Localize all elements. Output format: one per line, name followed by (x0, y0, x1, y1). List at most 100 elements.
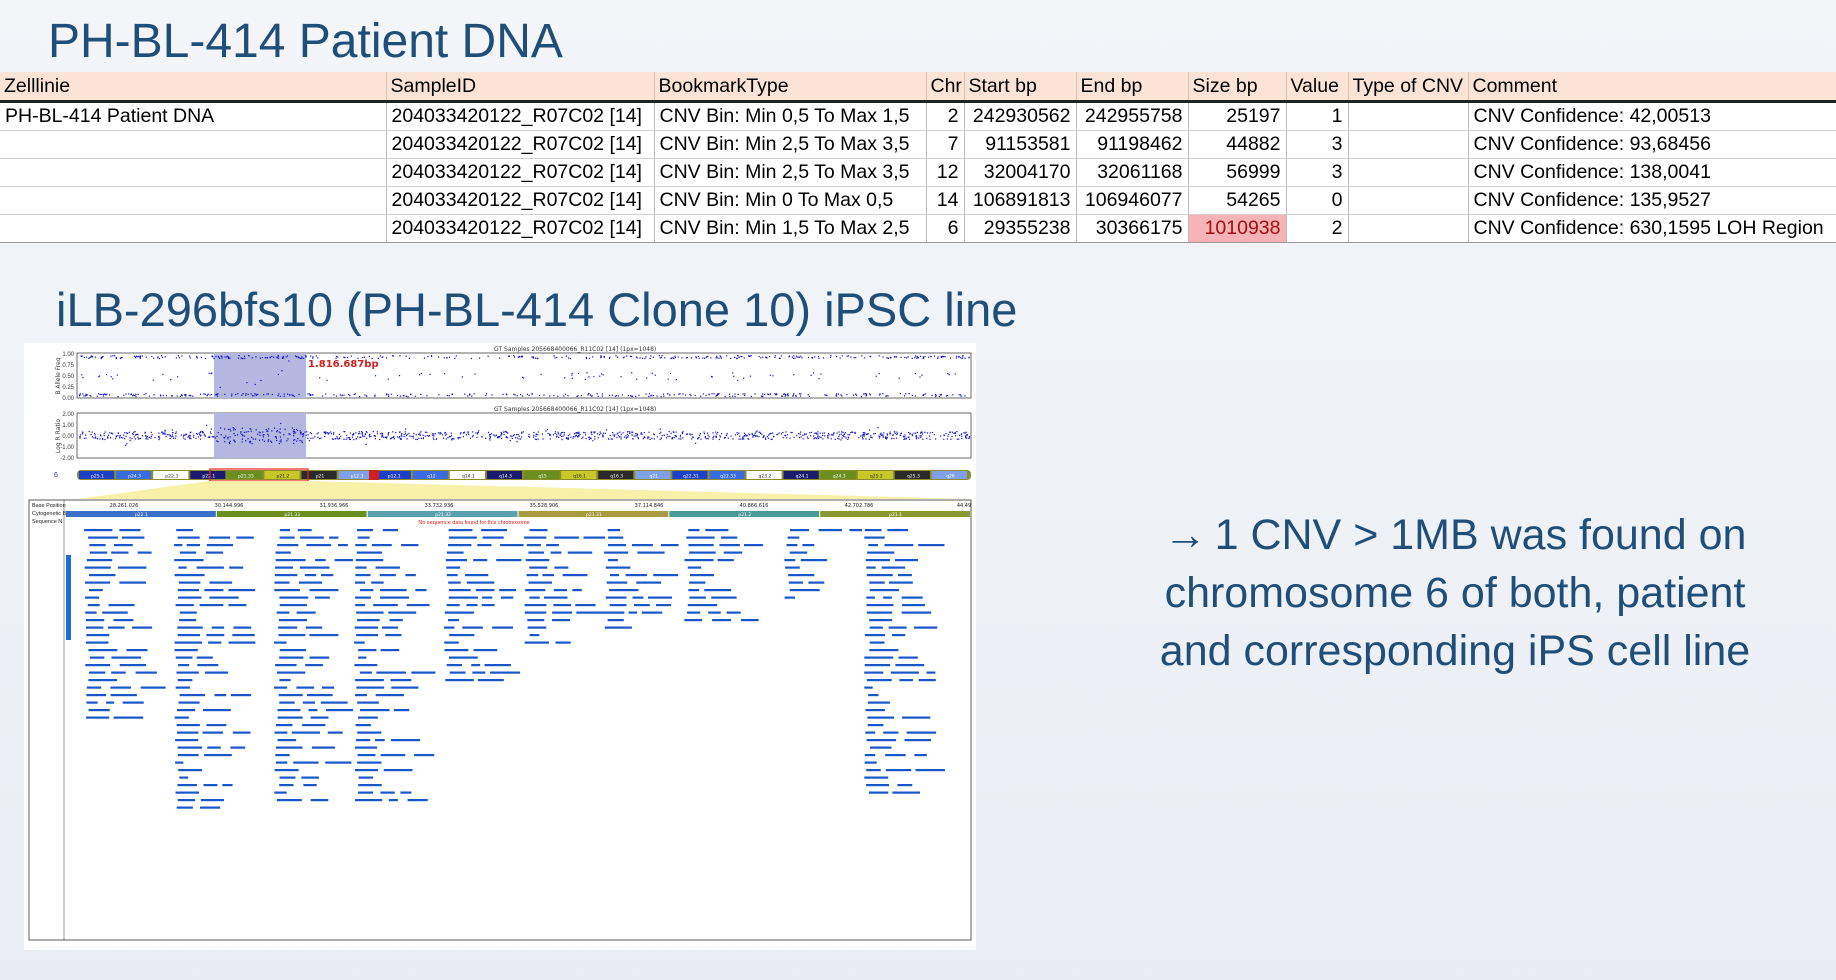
cell-sampleid[interactable]: 204033420122_R07C02 [14] (386, 214, 655, 243)
lrr-point (715, 435, 717, 437)
cell-chr[interactable]: 2 (926, 101, 965, 131)
cell-end-bp[interactable]: 91198462 (1076, 130, 1189, 159)
cell-end-bp[interactable]: 32061168 (1076, 158, 1189, 187)
detail-scroll-marker[interactable] (66, 555, 71, 640)
cell-type-of-cnv[interactable] (1348, 130, 1469, 159)
cell-type-of-cnv[interactable] (1348, 186, 1469, 215)
header-sampleid[interactable]: SampleID (386, 72, 655, 103)
cell-start-bp[interactable]: 32004170 (964, 158, 1077, 187)
baf-point (705, 356, 707, 359)
cell-end-bp[interactable]: 106946077 (1076, 186, 1189, 215)
header-type-of-cnv[interactable]: Type of CNV (1348, 72, 1469, 103)
baf-point (735, 357, 738, 360)
cell-zelllinie[interactable] (0, 158, 387, 187)
cell-value[interactable]: 3 (1286, 130, 1349, 159)
header-end-bp[interactable]: End bp (1076, 72, 1189, 103)
cell-comment[interactable]: CNV Confidence: 138,0041 (1468, 158, 1836, 187)
lrr-point (163, 433, 165, 435)
baf-point (742, 393, 744, 395)
cell-start-bp[interactable]: 91153581 (964, 130, 1077, 159)
cell-sampleid[interactable]: 204033420122_R07C02 [14] (386, 186, 655, 215)
lrr-point (94, 434, 96, 436)
cell-end-bp[interactable]: 242955758 (1076, 101, 1189, 131)
cell-value[interactable]: 0 (1286, 186, 1349, 215)
header-start-bp[interactable]: Start bp (964, 72, 1077, 103)
lrr-point (935, 438, 937, 440)
cell-zelllinie[interactable] (0, 130, 387, 159)
baf-point (905, 393, 907, 395)
cell-end-bp[interactable]: 30366175 (1076, 214, 1189, 243)
lrr-point (255, 429, 257, 431)
lrr-point (243, 431, 245, 433)
cell-chr[interactable]: 6 (926, 214, 965, 243)
cell-bookmarktype[interactable]: CNV Bin: Min 1,5 To Max 2,5 (654, 214, 927, 243)
cell-value[interactable]: 1 (1286, 101, 1349, 131)
baf-point (639, 357, 641, 359)
cell-sampleid[interactable]: 204033420122_R07C02 [14] (386, 130, 655, 159)
cell-size-bp[interactable]: 25197 (1188, 101, 1287, 131)
cell-chr[interactable]: 14 (926, 186, 965, 215)
cell-chr[interactable]: 12 (926, 158, 965, 187)
cell-size-bp-highlighted[interactable]: 1010938 (1188, 214, 1287, 243)
cell-chr[interactable]: 7 (926, 130, 965, 159)
baf-point (83, 395, 85, 397)
header-value[interactable]: Value (1286, 72, 1349, 103)
lrr-point (961, 438, 963, 440)
header-zelllinie[interactable]: Zelllinie (0, 72, 387, 103)
baf-point (254, 383, 256, 386)
gene-mark (110, 686, 131, 689)
cell-zelllinie[interactable] (0, 214, 387, 243)
cell-comment[interactable]: CNV Confidence: 135,9527 (1468, 186, 1836, 215)
lrr-point (241, 441, 243, 443)
cell-size-bp[interactable]: 44882 (1188, 130, 1287, 159)
gene-mark (492, 626, 513, 629)
lrr-point (267, 435, 270, 437)
header-bookmarktype[interactable]: BookmarkType (654, 72, 927, 103)
cell-comment[interactable]: CNV Confidence: 42,00513 (1468, 101, 1836, 131)
cell-bookmarktype[interactable]: CNV Bin: Min 2,5 To Max 3,5 (654, 130, 927, 159)
cell-bookmarktype[interactable]: CNV Bin: Min 0,5 To Max 1,5 (654, 101, 927, 131)
cell-sampleid[interactable]: 204033420122_R07C02 [14] (386, 101, 655, 131)
cell-value[interactable]: 2 (1286, 214, 1349, 243)
baf-point (935, 394, 937, 396)
cell-type-of-cnv[interactable] (1348, 158, 1469, 187)
cell-type-of-cnv[interactable] (1348, 214, 1469, 243)
baf-point (708, 393, 710, 395)
lrr-point (902, 435, 904, 437)
cell-bookmarktype[interactable]: CNV Bin: Min 2,5 To Max 3,5 (654, 158, 927, 187)
lrr-point (358, 431, 360, 433)
header-chr[interactable]: Chr (926, 72, 965, 103)
baf-point (584, 378, 586, 381)
cell-bookmarktype[interactable]: CNV Bin: Min 0 To Max 0,5 (654, 186, 927, 215)
baf-point (263, 394, 265, 396)
cell-start-bp[interactable]: 29355238 (964, 214, 1077, 243)
lrr-point (197, 433, 199, 435)
baf-point (266, 357, 269, 359)
lrr-point (896, 431, 898, 433)
cell-size-bp[interactable]: 56999 (1188, 158, 1287, 187)
baf-point (534, 357, 537, 359)
cell-type-of-cnv[interactable] (1348, 101, 1469, 131)
cell-zelllinie[interactable] (0, 186, 387, 215)
cell-sampleid[interactable]: 204033420122_R07C02 [14] (386, 158, 655, 187)
lrr-point (721, 433, 723, 435)
baf-point (592, 356, 594, 358)
header-size-bp[interactable]: Size bp (1188, 72, 1287, 103)
base-position-label: 31.936.966 (320, 503, 349, 509)
cell-size-bp[interactable]: 54265 (1188, 186, 1287, 215)
gene-mark (865, 559, 890, 562)
lrr-point (597, 437, 599, 439)
cell-value[interactable]: 3 (1286, 158, 1349, 187)
cell-start-bp[interactable]: 106891813 (964, 186, 1077, 215)
lrr-point (730, 435, 732, 437)
lrr-point (842, 434, 844, 436)
gene-mark (401, 544, 419, 547)
cell-zelllinie[interactable]: PH-BL-414 Patient DNA (0, 101, 387, 131)
gene-mark (299, 566, 330, 569)
header-comment[interactable]: Comment (1468, 72, 1836, 103)
lrr-point (637, 438, 639, 440)
cell-comment[interactable]: CNV Confidence: 630,1595 LOH Region (1468, 214, 1836, 243)
gene-mark (274, 589, 300, 592)
cell-start-bp[interactable]: 242930562 (964, 101, 1077, 131)
cell-comment[interactable]: CNV Confidence: 93,68456 (1468, 130, 1836, 159)
